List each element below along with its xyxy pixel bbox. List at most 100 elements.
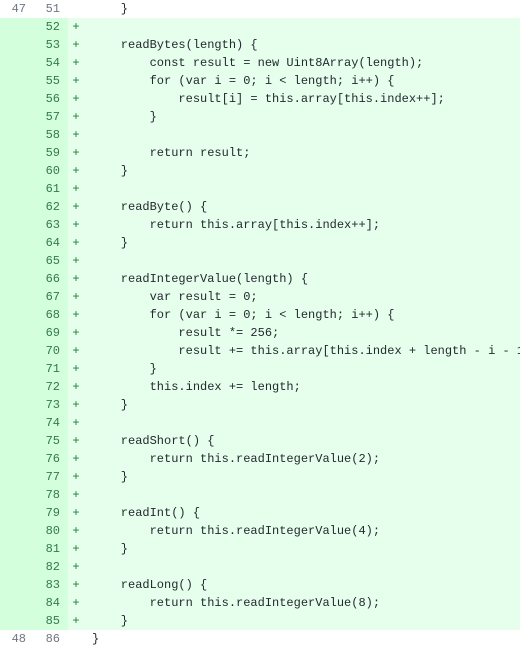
old-line-number[interactable] (0, 468, 34, 486)
code-content[interactable] (84, 558, 520, 576)
diff-row[interactable]: 71+ } (0, 360, 520, 378)
code-content[interactable]: } (84, 0, 520, 18)
diff-row[interactable]: 79+ readInt() { (0, 504, 520, 522)
diff-row[interactable]: 83+ readLong() { (0, 576, 520, 594)
new-line-number[interactable]: 62 (34, 198, 68, 216)
new-line-number[interactable]: 74 (34, 414, 68, 432)
code-content[interactable]: readBytes(length) { (84, 36, 520, 54)
diff-row[interactable]: 77+ } (0, 468, 520, 486)
old-line-number[interactable] (0, 54, 34, 72)
old-line-number[interactable] (0, 486, 34, 504)
diff-row[interactable]: 4886 } (0, 630, 520, 648)
new-line-number[interactable]: 55 (34, 72, 68, 90)
code-content[interactable]: for (var i = 0; i < length; i++) { (84, 306, 520, 324)
code-content[interactable]: } (84, 162, 520, 180)
new-line-number[interactable]: 59 (34, 144, 68, 162)
code-content[interactable]: result[i] = this.array[this.index++]; (84, 90, 520, 108)
new-line-number[interactable]: 75 (34, 432, 68, 450)
old-line-number[interactable] (0, 108, 34, 126)
old-line-number[interactable] (0, 90, 34, 108)
code-content[interactable]: result += this.array[this.index + length… (84, 342, 520, 360)
diff-row[interactable]: 73+ } (0, 396, 520, 414)
old-line-number[interactable] (0, 72, 34, 90)
new-line-number[interactable]: 66 (34, 270, 68, 288)
diff-row[interactable]: 63+ return this.array[this.index++]; (0, 216, 520, 234)
new-line-number[interactable]: 64 (34, 234, 68, 252)
code-content[interactable]: return this.readIntegerValue(4); (84, 522, 520, 540)
diff-row[interactable]: 75+ readShort() { (0, 432, 520, 450)
new-line-number[interactable]: 82 (34, 558, 68, 576)
diff-row[interactable]: 80+ return this.readIntegerValue(4); (0, 522, 520, 540)
code-content[interactable]: } (84, 612, 520, 630)
new-line-number[interactable]: 70 (34, 342, 68, 360)
code-content[interactable]: readByte() { (84, 198, 520, 216)
code-content[interactable]: } (84, 360, 520, 378)
code-content[interactable]: const result = new Uint8Array(length); (84, 54, 520, 72)
diff-row[interactable]: 76+ return this.readIntegerValue(2); (0, 450, 520, 468)
diff-row[interactable]: 85+ } (0, 612, 520, 630)
old-line-number[interactable] (0, 558, 34, 576)
new-line-number[interactable]: 71 (34, 360, 68, 378)
new-line-number[interactable]: 68 (34, 306, 68, 324)
new-line-number[interactable]: 69 (34, 324, 68, 342)
diff-row[interactable]: 64+ } (0, 234, 520, 252)
new-line-number[interactable]: 65 (34, 252, 68, 270)
old-line-number[interactable] (0, 540, 34, 558)
code-content[interactable]: return this.readIntegerValue(2); (84, 450, 520, 468)
diff-row[interactable]: 67+ var result = 0; (0, 288, 520, 306)
new-line-number[interactable]: 52 (34, 18, 68, 36)
code-content[interactable]: readLong() { (84, 576, 520, 594)
code-content[interactable]: readShort() { (84, 432, 520, 450)
code-content[interactable]: var result = 0; (84, 288, 520, 306)
code-content[interactable] (84, 486, 520, 504)
new-line-number[interactable]: 72 (34, 378, 68, 396)
old-line-number[interactable] (0, 594, 34, 612)
old-line-number[interactable] (0, 198, 34, 216)
code-content[interactable]: return this.readIntegerValue(8); (84, 594, 520, 612)
old-line-number[interactable] (0, 234, 34, 252)
old-line-number[interactable] (0, 36, 34, 54)
diff-row[interactable]: 58+ (0, 126, 520, 144)
new-line-number[interactable]: 76 (34, 450, 68, 468)
code-content[interactable]: result *= 256; (84, 324, 520, 342)
new-line-number[interactable]: 63 (34, 216, 68, 234)
old-line-number[interactable] (0, 504, 34, 522)
code-content[interactable] (84, 414, 520, 432)
old-line-number[interactable] (0, 306, 34, 324)
code-content[interactable]: } (84, 630, 520, 648)
old-line-number[interactable] (0, 342, 34, 360)
diff-row[interactable]: 84+ return this.readIntegerValue(8); (0, 594, 520, 612)
code-content[interactable]: } (84, 540, 520, 558)
old-line-number[interactable] (0, 288, 34, 306)
diff-row[interactable]: 54+ const result = new Uint8Array(length… (0, 54, 520, 72)
diff-row[interactable]: 72+ this.index += length; (0, 378, 520, 396)
diff-row[interactable]: 66+ readIntegerValue(length) { (0, 270, 520, 288)
code-content[interactable]: } (84, 108, 520, 126)
code-content[interactable]: } (84, 468, 520, 486)
code-content[interactable]: readIntegerValue(length) { (84, 270, 520, 288)
old-line-number[interactable]: 47 (0, 0, 34, 18)
diff-row[interactable]: 56+ result[i] = this.array[this.index++]… (0, 90, 520, 108)
old-line-number[interactable] (0, 270, 34, 288)
code-content[interactable]: } (84, 396, 520, 414)
diff-row[interactable]: 62+ readByte() { (0, 198, 520, 216)
new-line-number[interactable]: 85 (34, 612, 68, 630)
new-line-number[interactable]: 81 (34, 540, 68, 558)
diff-row[interactable]: 65+ (0, 252, 520, 270)
new-line-number[interactable]: 58 (34, 126, 68, 144)
diff-row[interactable]: 55+ for (var i = 0; i < length; i++) { (0, 72, 520, 90)
code-content[interactable]: return result; (84, 144, 520, 162)
code-content[interactable] (84, 126, 520, 144)
diff-row[interactable]: 70+ result += this.array[this.index + le… (0, 342, 520, 360)
new-line-number[interactable]: 67 (34, 288, 68, 306)
old-line-number[interactable] (0, 522, 34, 540)
code-content[interactable] (84, 180, 520, 198)
new-line-number[interactable]: 83 (34, 576, 68, 594)
diff-row[interactable]: 4751 } (0, 0, 520, 18)
diff-row[interactable]: 57+ } (0, 108, 520, 126)
old-line-number[interactable] (0, 216, 34, 234)
diff-row[interactable]: 78+ (0, 486, 520, 504)
diff-row[interactable]: 60+ } (0, 162, 520, 180)
diff-row[interactable]: 68+ for (var i = 0; i < length; i++) { (0, 306, 520, 324)
diff-row[interactable]: 59+ return result; (0, 144, 520, 162)
